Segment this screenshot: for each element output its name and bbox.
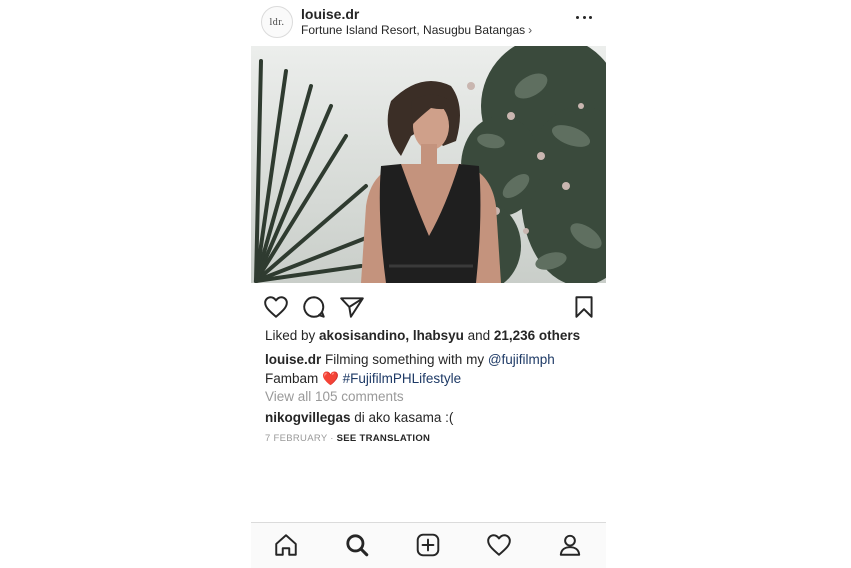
likes-line[interactable]: Liked by akosisandino, lhabsyu and 21,23…: [265, 328, 580, 343]
more-icon[interactable]: [576, 12, 592, 22]
share-icon[interactable]: [339, 294, 365, 320]
caption-text: Filming something with my: [321, 352, 488, 367]
meta-dot: ·: [327, 433, 337, 444]
post-location[interactable]: Fortune Island Resort, Nasugbu Batangas ›: [301, 23, 532, 37]
caption-hashtag[interactable]: #FujifilmPHLifestyle: [343, 371, 462, 386]
search-icon[interactable]: [344, 532, 370, 558]
bottom-tab-bar: [251, 522, 606, 568]
comment-username[interactable]: nikogvillegas: [265, 410, 351, 425]
activity-icon[interactable]: [486, 532, 512, 558]
view-all-comments-link[interactable]: View all 105 comments: [265, 389, 404, 404]
post-date: 7 FEBRUARY: [265, 433, 328, 444]
post-caption: louise.dr Filming something with my @fuj…: [265, 350, 595, 388]
post-photo-image: [251, 46, 606, 283]
likes-prefix: Liked by: [265, 328, 320, 343]
caption-username[interactable]: louise.dr: [265, 352, 321, 367]
avatar[interactable]: ldr.: [261, 6, 293, 38]
comment-item: nikogvillegas di ako kasama :(: [265, 410, 453, 425]
profile-icon[interactable]: [557, 532, 583, 558]
likes-separator: ,: [405, 328, 413, 343]
location-text: Fortune Island Resort, Nasugbu Batangas: [301, 23, 526, 37]
home-icon[interactable]: [273, 532, 299, 558]
comment-icon[interactable]: [301, 294, 327, 320]
comment-text: di ako kasama :(: [350, 410, 454, 425]
heart-icon[interactable]: [263, 294, 289, 320]
instagram-post-screen: ldr. louise.dr Fortune Island Resort, Na…: [251, 0, 606, 568]
chevron-right-icon: ›: [528, 23, 533, 37]
caption-text: Fambam: [265, 371, 323, 386]
caption-mention[interactable]: @fujifilmph: [488, 352, 555, 367]
post-meta: 7 FEBRUARY · SEE TRANSLATION: [265, 433, 430, 444]
action-bar: [251, 292, 606, 322]
likes-count[interactable]: 21,236 others: [494, 328, 580, 343]
liker-username[interactable]: lhabsyu: [413, 328, 464, 343]
post-photo[interactable]: [251, 46, 606, 283]
post-username[interactable]: louise.dr: [301, 6, 359, 22]
add-icon[interactable]: [415, 532, 441, 558]
post-header: ldr. louise.dr Fortune Island Resort, Na…: [251, 0, 606, 46]
bookmark-icon[interactable]: [571, 294, 597, 320]
see-translation-link[interactable]: SEE TRANSLATION: [337, 433, 431, 444]
heart-emoji: ❤️: [322, 371, 339, 386]
liker-username[interactable]: akosisandino: [319, 328, 405, 343]
likes-and: and: [463, 328, 494, 343]
